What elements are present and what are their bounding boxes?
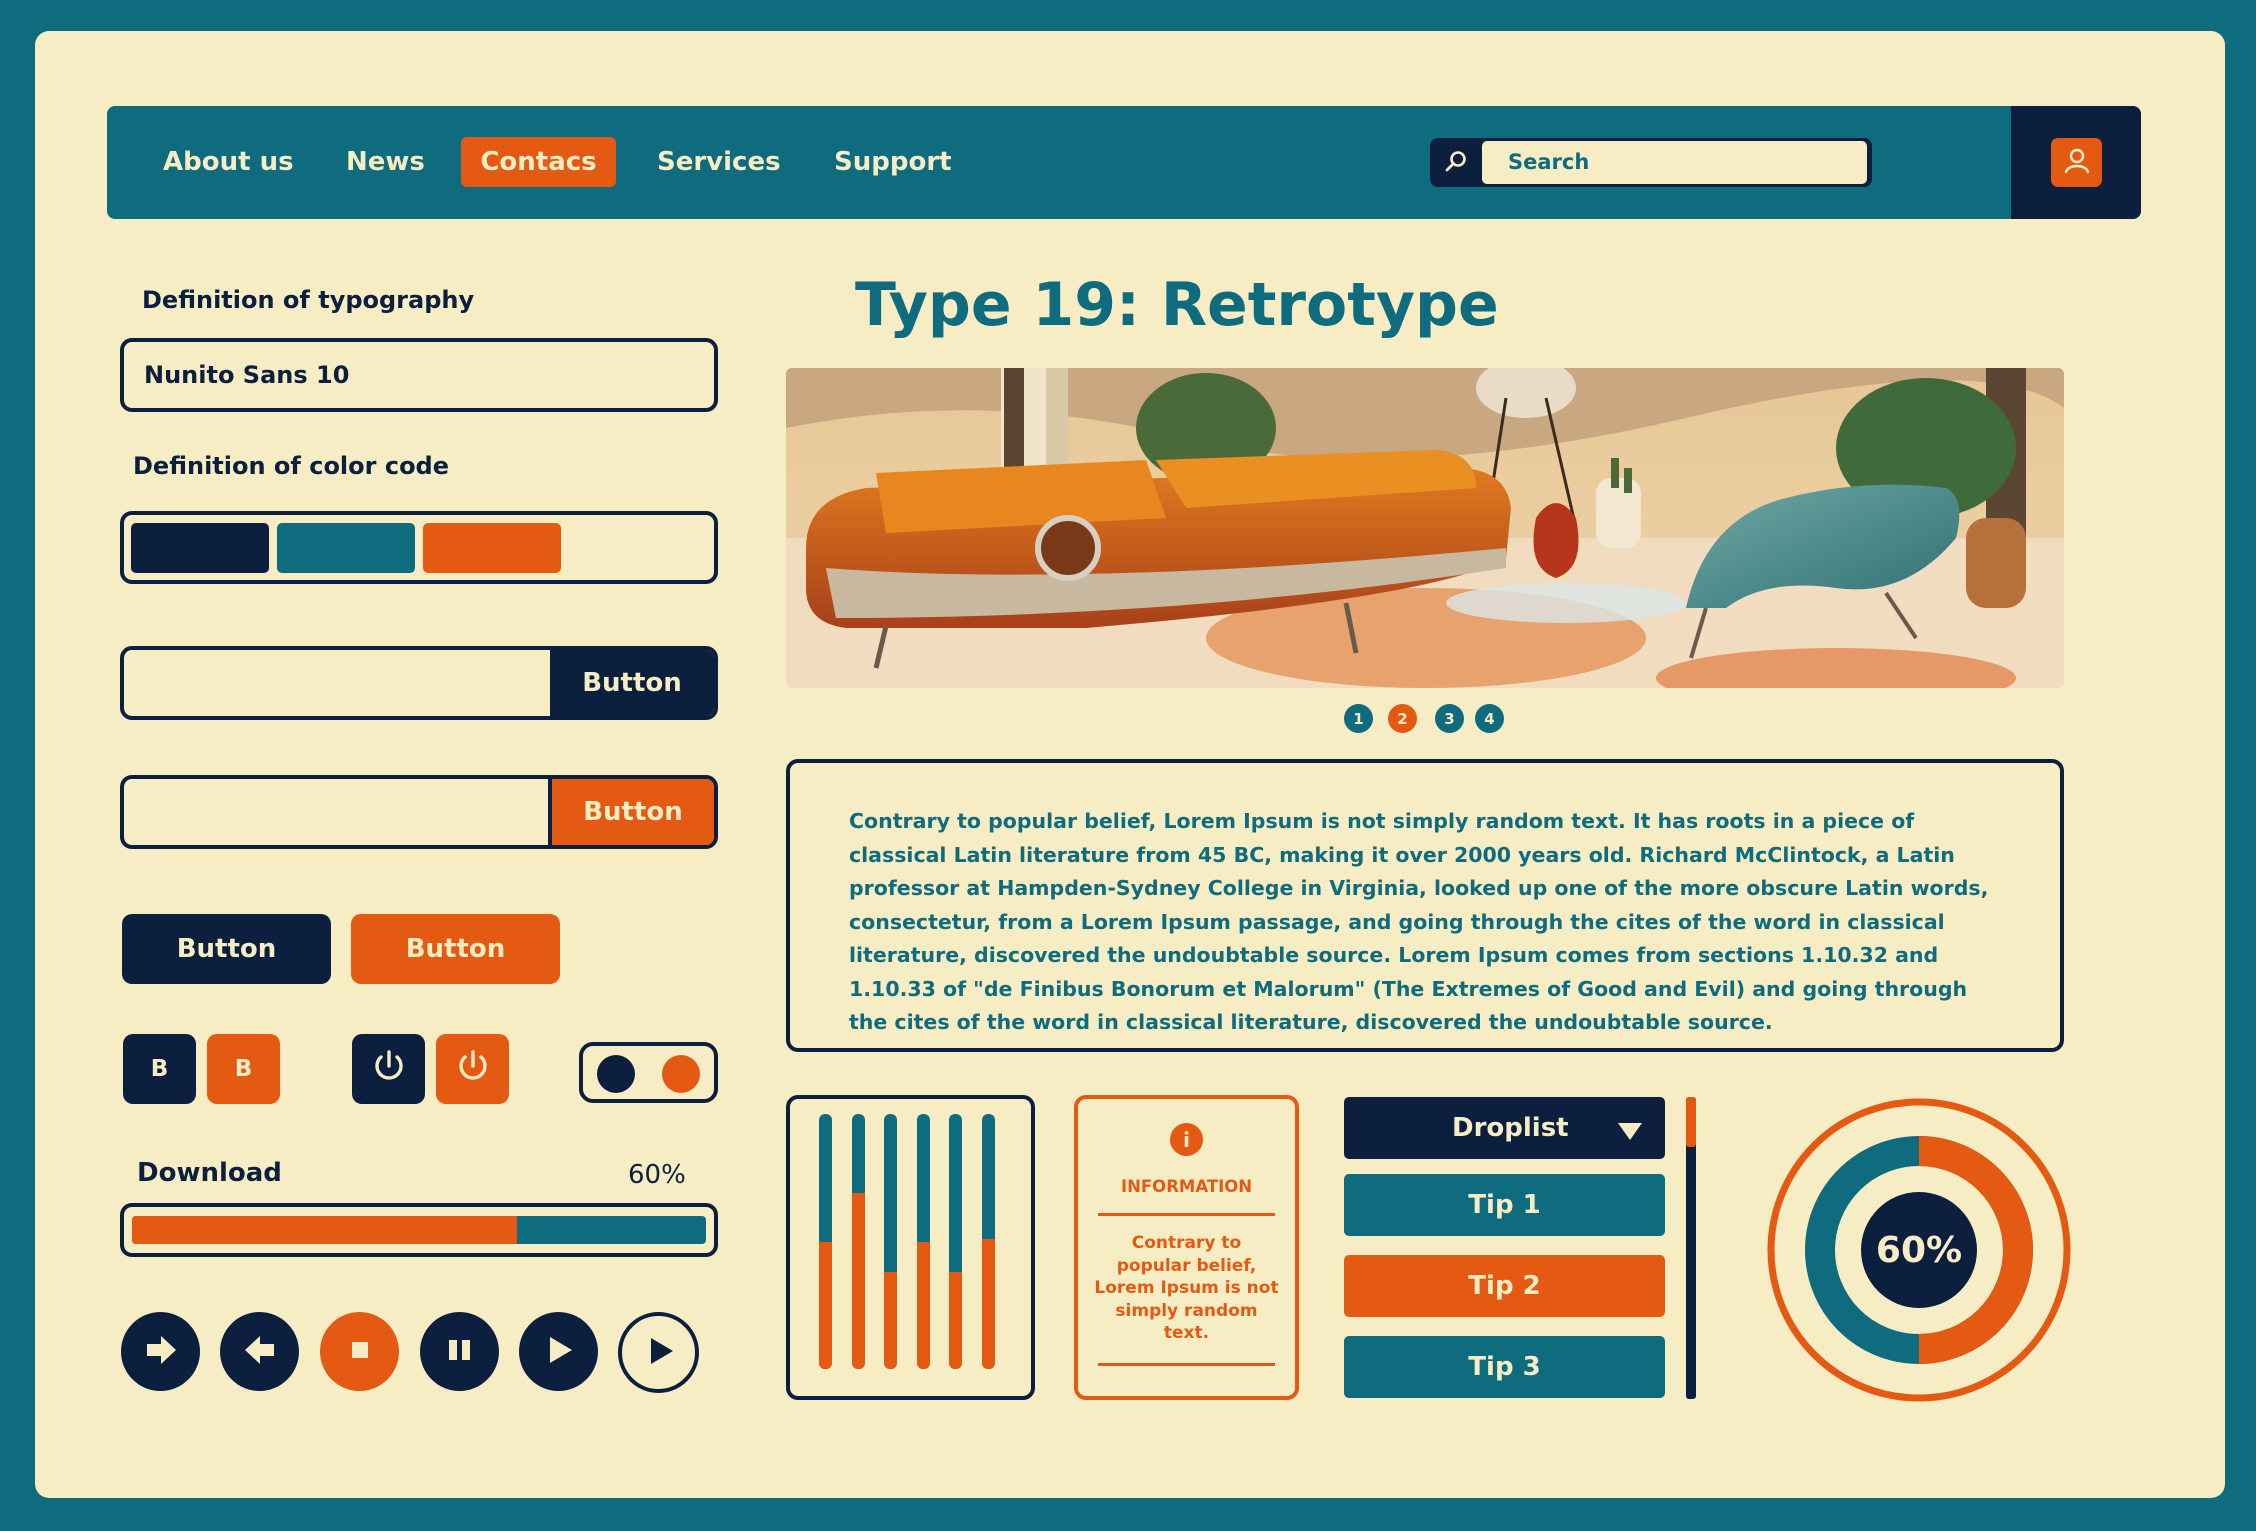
search-icon[interactable] (1443, 149, 1469, 179)
donut-label: 60% (1875, 1229, 1963, 1271)
level-bar-fill (949, 1272, 962, 1369)
toggle-knob-orange (662, 1055, 700, 1093)
user-button[interactable] (2051, 138, 2102, 187)
carousel-dot[interactable]: 4 (1475, 704, 1504, 733)
bold-button-orange[interactable]: B (207, 1034, 280, 1104)
power-button-orange[interactable] (436, 1034, 509, 1104)
play-icon (642, 1334, 676, 1372)
toggle-knob-navy (597, 1055, 635, 1093)
navbar: About us News Contacs Services Support S… (107, 106, 2141, 219)
level-bar-fill (981, 1238, 995, 1369)
pause-button[interactable] (420, 1312, 499, 1391)
arrow-left-icon (240, 1330, 280, 1374)
info-icon: i (1170, 1123, 1203, 1156)
chevron-down-icon (1617, 1118, 1643, 1148)
user-icon (2062, 146, 2092, 180)
swatch-orange (423, 523, 561, 573)
info-divider (1098, 1363, 1275, 1366)
text-card: Contrary to popular belief, Lorem Ipsum … (786, 759, 2064, 1052)
nav-services[interactable]: Services (657, 106, 781, 219)
toggle-switch[interactable] (579, 1042, 718, 1103)
input-group-1: Button (120, 646, 718, 720)
pause-icon (447, 1338, 473, 1366)
donut-chart: 60% (1764, 1095, 2074, 1405)
color-label: Definition of color code (133, 452, 450, 480)
level-bar[interactable] (884, 1114, 897, 1369)
nav-about-us[interactable]: About us (163, 106, 294, 219)
level-bar[interactable] (949, 1114, 962, 1369)
bold-button-navy[interactable]: B (123, 1034, 196, 1104)
level-bar[interactable] (981, 1114, 995, 1369)
level-bar-fill (916, 1241, 930, 1369)
download-percent: 60% (628, 1160, 686, 1190)
droplist-label: Droplist (1452, 1113, 1569, 1143)
level-bar-fill (819, 1241, 832, 1369)
input-group-2: Button (120, 775, 718, 849)
play-outline-button[interactable] (618, 1312, 699, 1393)
swatch-navy (131, 523, 269, 573)
play-button[interactable] (519, 1312, 598, 1391)
level-bar[interactable] (916, 1114, 930, 1369)
nav-news[interactable]: News (346, 106, 425, 219)
download-progress (120, 1203, 718, 1257)
nav-contacs[interactable]: Contacs (461, 137, 616, 187)
power-button-navy[interactable] (352, 1034, 425, 1104)
typography-field[interactable]: Nunito Sans 10 (120, 338, 718, 412)
forward-button[interactable] (121, 1312, 200, 1391)
scrollbar-track[interactable] (1686, 1097, 1696, 1399)
swatch-cream (569, 523, 707, 573)
stop-button[interactable] (320, 1312, 399, 1391)
color-swatch-box (120, 511, 718, 584)
hero-image (786, 368, 2064, 688)
level-bar-fill (884, 1272, 897, 1369)
scrollbar-thumb[interactable] (1686, 1097, 1696, 1147)
droplist-tip-1[interactable]: Tip 1 (1344, 1174, 1665, 1236)
info-card: i INFORMATION Contrary to popular belief… (1074, 1095, 1299, 1400)
power-icon (453, 1046, 493, 1093)
input-button-navy[interactable]: Button (550, 650, 714, 716)
carousel-dot[interactable]: 1 (1344, 704, 1373, 733)
user-section (2011, 106, 2141, 219)
input-button-orange[interactable]: Button (552, 779, 714, 845)
search-bar: Search (1430, 138, 1872, 187)
back-button[interactable] (220, 1312, 299, 1391)
page-title: Type 19: Retrotype (855, 270, 1499, 340)
primary-button-navy[interactable]: Button (122, 914, 331, 984)
level-bar-fill (851, 1193, 865, 1369)
typography-label: Definition of typography (142, 286, 475, 314)
droplist[interactable]: Droplist (1344, 1097, 1665, 1159)
primary-button-orange[interactable]: Button (351, 914, 560, 984)
carousel-dot-active[interactable]: 2 (1388, 704, 1417, 733)
lorem-paragraph: Contrary to popular belief, Lorem Ipsum … (849, 809, 1989, 1034)
level-bar[interactable] (819, 1114, 832, 1369)
droplist-tip-2[interactable]: Tip 2 (1344, 1255, 1665, 1317)
play-icon (542, 1333, 576, 1371)
droplist-tip-3[interactable]: Tip 3 (1344, 1336, 1665, 1398)
bar-widget (786, 1095, 1035, 1400)
arrow-right-icon (141, 1330, 181, 1374)
info-text: Contrary to popular belief, Lorem Ipsum … (1094, 1233, 1279, 1343)
nav-support[interactable]: Support (834, 106, 952, 219)
carousel-dot[interactable]: 3 (1435, 704, 1464, 733)
info-divider (1098, 1213, 1275, 1216)
progress-fill (132, 1216, 517, 1244)
search-input[interactable]: Search (1482, 141, 1867, 184)
level-bar[interactable] (851, 1114, 865, 1369)
swatch-teal (277, 523, 415, 573)
stop-icon (350, 1340, 370, 1364)
power-icon (369, 1046, 409, 1093)
info-title: INFORMATION (1120, 1177, 1253, 1196)
download-label: Download (137, 1158, 282, 1188)
